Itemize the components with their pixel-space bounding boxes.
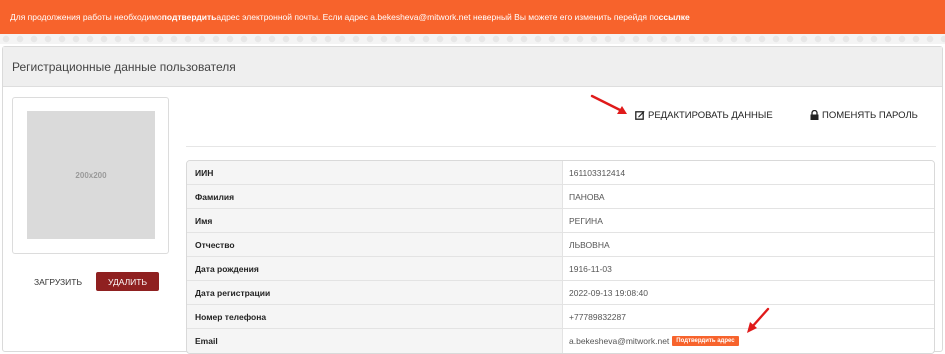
row-value-registration-date: 2022-09-13 19:08:40 [563, 281, 934, 304]
row-value-surname: ПАНОВА [563, 185, 934, 208]
delete-photo-button[interactable]: УДАЛИТЬ [96, 272, 159, 291]
row-value-birthdate: 1916-11-03 [563, 257, 934, 280]
table-row: Отчество ЛЬВОВНА [187, 233, 934, 257]
alert-text-part2: адрес электронной почты. Если адрес a.be… [216, 12, 659, 22]
panel-header: Регистрационные данные пользователя [3, 47, 942, 87]
alert-text-part1: Для продолжения работы необходимо [10, 12, 162, 22]
upload-photo-button[interactable]: ЗАГРУЗИТЬ [33, 273, 83, 291]
table-row: Фамилия ПАНОВА [187, 185, 934, 209]
table-row: Дата регистрации 2022-09-13 19:08:40 [187, 281, 934, 305]
change-password-link[interactable]: ПОМЕНЯТЬ ПАРОЛЬ [810, 107, 918, 123]
divider [186, 146, 936, 147]
row-label-phone: Номер телефона [187, 305, 563, 328]
decorative-pattern-strip [0, 34, 945, 44]
table-row: Дата рождения 1916-11-03 [187, 257, 934, 281]
lock-icon [810, 110, 819, 120]
user-info-table: ИИН 161103312414 Фамилия ПАНОВА Имя РЕГИ… [186, 160, 935, 354]
row-value-iin: 161103312414 [563, 161, 934, 184]
row-label-name: Имя [187, 209, 563, 232]
user-registration-panel: Регистрационные данные пользователя 200x… [2, 46, 943, 354]
change-password-label: ПОМЕНЯТЬ ПАРОЛЬ [822, 109, 918, 121]
row-label-registration-date: Дата регистрации [187, 281, 563, 304]
red-arrow-annotation-email [747, 307, 770, 333]
panel-title: Регистрационные данные пользователя [12, 59, 236, 74]
row-label-birthdate: Дата рождения [187, 257, 563, 280]
edit-data-label: РЕДАКТИРОВАТЬ ДАННЫЕ [648, 109, 773, 121]
row-label-surname: Фамилия [187, 185, 563, 208]
red-arrow-annotation-edit [590, 94, 627, 114]
table-row: Номер телефона +77789832287 [187, 305, 934, 329]
avatar-frame: 200x200 [12, 97, 169, 254]
row-label-patronymic: Отчество [187, 233, 563, 256]
row-label-email: Email [187, 329, 563, 353]
edit-data-link[interactable]: РЕДАКТИРОВАТЬ ДАННЫЕ [635, 107, 773, 123]
alert-confirm-word: подтвердить [161, 12, 217, 22]
table-row: Email a.bekesheva@mitwork.net Подтвердит… [187, 329, 934, 353]
confirm-email-button[interactable]: Подтвердить адрес [672, 336, 739, 346]
email-confirmation-alert: Для продолжения работы необходимо подтве… [0, 0, 945, 34]
row-value-patronymic: ЛЬВОВНА [563, 233, 934, 256]
avatar-placeholder-label: 200x200 [75, 170, 107, 180]
table-row: ИИН 161103312414 [187, 161, 934, 185]
edit-square-icon [635, 111, 645, 120]
row-value-name: РЕГИНА [563, 209, 934, 232]
table-row: Имя РЕГИНА [187, 209, 934, 233]
row-value-email: a.bekesheva@mitwork.net [569, 336, 670, 346]
alert-change-link[interactable]: ссылке [659, 12, 690, 22]
row-label-iin: ИИН [187, 161, 563, 184]
avatar-placeholder: 200x200 [27, 111, 155, 239]
